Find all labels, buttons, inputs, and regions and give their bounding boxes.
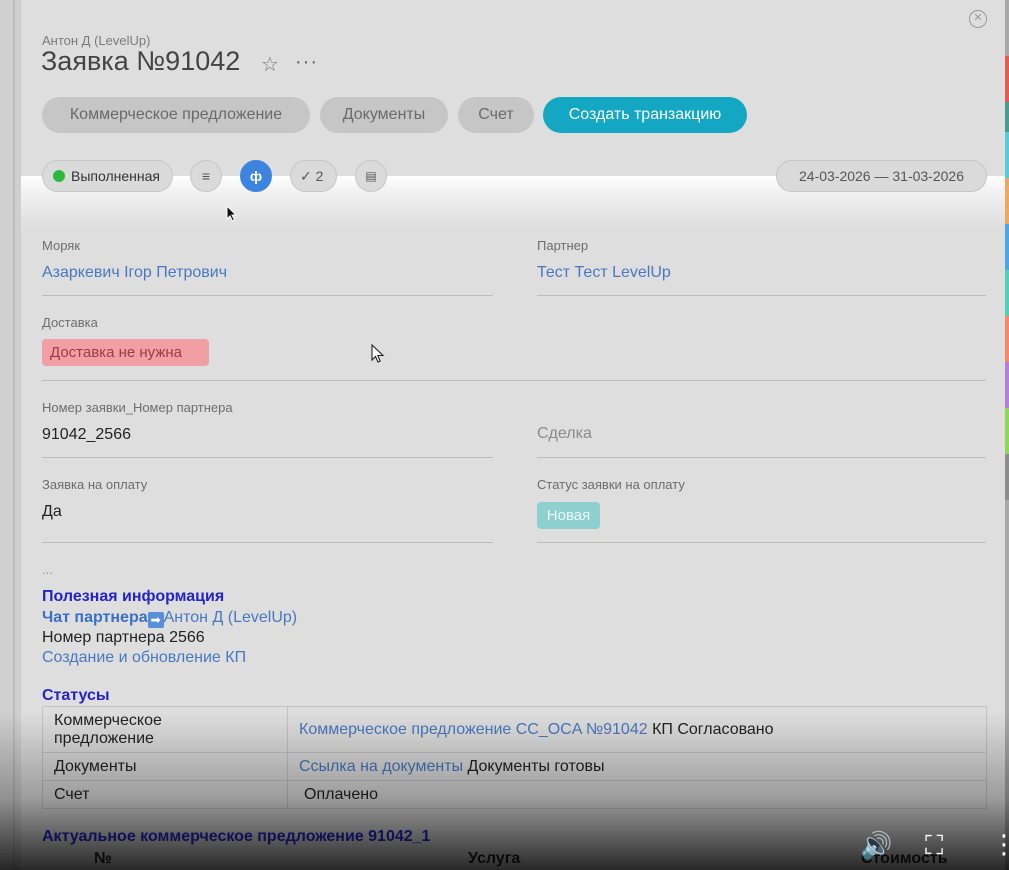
tasks-count: 2 [315,168,324,184]
partner-link[interactable]: Тест Тест LevelUp [537,264,671,282]
mouse-cursor-icon [226,205,238,222]
order-partner-label: Номер заявки_Номер партнера [42,400,233,415]
table-cell: Счет [42,780,288,809]
divider [42,380,986,381]
status-label: Выполненная [71,168,160,184]
date-range[interactable]: 24-03-2026 — 31-03-2026 [776,160,987,192]
column-header-service: Услуга [468,850,521,867]
status-dot-icon [53,170,65,182]
star-icon[interactable]: ☆ [261,52,279,77]
payment-request-value: Да [42,503,62,520]
video-menu-icon[interactable]: ⋮ [991,829,1009,860]
order-card-panel: ✕ Антон Д (LevelUp) Заявка №91042 ☆ ··· … [21,0,1005,870]
mouse-cursor-icon [371,344,385,363]
divider [42,295,493,296]
table-cell: Оплачено [287,780,987,809]
documents-link[interactable]: Ссылка на документы [299,758,463,775]
actual-offer-heading: Актуальное коммерческое предложение 9104… [42,828,431,845]
commercial-offer-link[interactable]: Коммерческое предложение CC_OCA №91042 [299,721,648,738]
divider [42,542,493,543]
delivery-tag[interactable]: Доставка не нужна [42,339,209,366]
sailor-label: Моряк [42,238,81,253]
table-row: Документы Ссылка на документы Документы … [42,752,987,781]
arrow-right-icon: ➡ [147,612,164,628]
row-status: КП Согласовано [647,720,774,738]
partner-number-text: Номер партнера 2566 [42,629,205,646]
deal-field[interactable]: Сделка [537,425,592,443]
page-title: Заявка №91042 [41,46,241,76]
partner-chat-line: Чат партнера ➡ Антон Д (LevelUp) [42,609,297,628]
payment-status-label: Статус заявки на оплату [537,477,685,492]
row-status: Документы готовы [463,757,605,775]
divider [42,457,493,458]
table-cell: Ссылка на документы Документы готовы [287,752,987,781]
payment-request-label: Заявка на оплату [42,477,148,492]
partner-chat-link[interactable]: Антон Д (LevelUp) [164,609,297,626]
divider [537,542,986,543]
table-cell: Коммерческое предложение CC_OCA №91042 К… [287,706,987,753]
volume-icon[interactable]: 🔊 [860,830,892,861]
currency-icon[interactable]: ф [240,160,272,192]
create-update-offer-link[interactable]: Создание и обновление КП [42,649,246,667]
invoice-button[interactable]: Счет [458,97,534,133]
column-header-number: № [94,850,112,867]
fullscreen-icon[interactable]: ⛶ [925,830,943,862]
table-cell: Документы [42,752,288,781]
partner-label: Партнер [537,238,589,253]
comment-icon[interactable]: ▤ [355,160,387,192]
statuses-table: Коммерческое предложение Коммерческое пр… [42,706,987,809]
more-icon[interactable]: ··· [295,51,318,74]
row-name: предложение [54,729,154,747]
color-tabs-bar[interactable] [1005,0,1009,870]
list-icon[interactable]: ≡ [190,160,222,192]
table-cell: Коммерческое предложение [42,706,288,753]
close-icon[interactable]: ✕ [969,10,987,28]
tasks-button[interactable]: ✓ 2 [290,160,337,192]
order-partner-value: 91042_2566 [42,426,131,443]
create-transaction-button[interactable]: Создать транзакцию [543,97,747,133]
useful-info-heading: Полезная информация [42,588,225,605]
divider [537,295,986,296]
row-name: Коммерческое [54,711,162,729]
commercial-offer-button[interactable]: Коммерческое предложение [42,97,310,133]
table-row: Коммерческое предложение Коммерческое пр… [42,706,987,753]
delivery-label: Доставка [42,315,98,330]
partner-chat-label[interactable]: Чат партнера [42,609,148,626]
left-edge [0,0,21,870]
ellipsis-text: ... [42,562,53,577]
status-badge[interactable]: Выполненная [42,160,173,192]
documents-button[interactable]: Документы [320,97,448,133]
sailor-link[interactable]: Азаркевич Ігор Петрович [42,264,227,282]
payment-status-tag[interactable]: Новая [537,502,600,529]
check-icon: ✓ [300,168,312,184]
table-row: Счет Оплачено [42,780,987,809]
divider [537,457,986,458]
statuses-heading: Статусы [42,687,110,704]
